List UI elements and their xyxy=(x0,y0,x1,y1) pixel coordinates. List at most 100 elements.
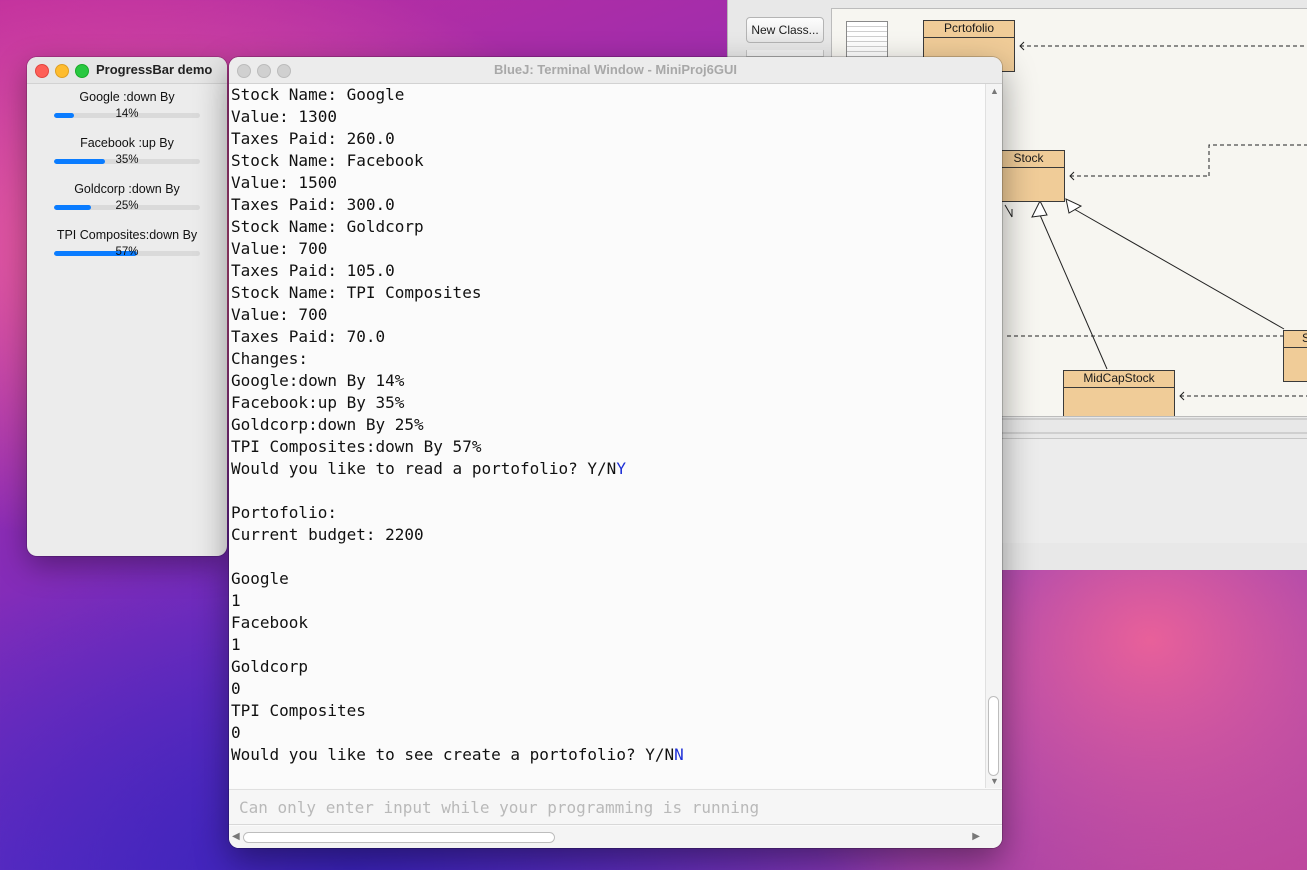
terminal-line-text: Goldcorp xyxy=(231,657,309,676)
terminal-line-text: TPI Composites:down By 57% xyxy=(231,437,482,456)
terminal-titlebar[interactable]: BlueJ: Terminal Window - MiniProj6GUI xyxy=(229,57,1002,84)
terminal-line: Stock Name: TPI Composites xyxy=(229,282,985,304)
progress-percent: 14% xyxy=(115,108,139,120)
terminal-line-text: Value: 700 xyxy=(231,239,328,258)
user-input-echo: Y xyxy=(616,459,626,478)
horizontal-scrollbar[interactable]: ◀ ▶ xyxy=(229,826,1002,848)
close-window-button[interactable] xyxy=(35,64,49,78)
terminal-line: Would you like to read a portofolio? Y/N… xyxy=(229,458,985,480)
terminal-line-text: Google:down By 14% xyxy=(231,371,405,390)
progress-label: Google :down By xyxy=(79,90,175,104)
terminal-line-text: Stock Name: Goldcorp xyxy=(231,217,424,236)
panel-divider[interactable] xyxy=(1001,418,1307,420)
terminal-line: Goldcorp:down By 25% xyxy=(229,414,985,436)
terminal-line: Taxes Paid: 105.0 xyxy=(229,260,985,282)
terminal-line: Google:down By 14% xyxy=(229,370,985,392)
terminal-line: Google xyxy=(229,568,985,590)
terminal-line: Changes: xyxy=(229,348,985,370)
uml-class-stock[interactable]: Stock xyxy=(992,150,1065,202)
terminal-line-text: 0 xyxy=(231,679,241,698)
vertical-scrollbar[interactable]: ▲ ▼ xyxy=(985,84,1002,788)
progressbar-demo-window: ProgressBar demo Google :down By 14% Faceb… xyxy=(27,57,227,556)
terminal-line-text: Taxes Paid: 70.0 xyxy=(231,327,386,346)
progress-item: Goldcorp :down By 25% xyxy=(27,176,227,222)
terminal-line-text: Stock Name: Facebook xyxy=(231,151,424,170)
terminal-line: 1 xyxy=(229,590,985,612)
panel-divider-lower xyxy=(1001,432,1307,434)
progress-window-title: ProgressBar demo xyxy=(96,62,213,77)
terminal-line-text: 0 xyxy=(231,723,241,742)
terminal-line: 0 xyxy=(229,678,985,700)
progress-item: Google :down By 14% xyxy=(27,84,227,130)
vertical-scroll-thumb[interactable] xyxy=(988,696,999,776)
terminal-output[interactable]: Stock Name: Google Value: 1300 Taxes Paid:… xyxy=(229,84,985,788)
terminal-line-text: Current budget: 2200 xyxy=(231,525,424,544)
progress-window-titlebar[interactable]: ProgressBar demo xyxy=(27,57,227,84)
scroll-up-icon[interactable]: ▲ xyxy=(990,86,999,96)
scroll-down-icon[interactable]: ▼ xyxy=(990,776,999,786)
terminal-line-text: Changes: xyxy=(231,349,309,368)
terminal-line: Stock Name: Facebook xyxy=(229,150,985,172)
terminal-line-text: Facebook xyxy=(231,613,309,632)
terminal-title: BlueJ: Terminal Window - MiniProj6GUI xyxy=(493,62,738,77)
terminal-line: 0 xyxy=(229,722,985,744)
terminal-line: TPI Composites xyxy=(229,700,985,722)
terminal-line-text: Portofolio: xyxy=(231,503,337,522)
terminal-input-field[interactable] xyxy=(237,795,981,819)
terminal-line-text: Facebook:up By 35% xyxy=(231,393,405,412)
terminal-line-text: Value: 700 xyxy=(231,305,328,324)
terminal-line-text: Taxes Paid: 260.0 xyxy=(231,129,395,148)
terminal-line-text: Goldcorp:down By 25% xyxy=(231,415,424,434)
terminal-line-text: Would you like to read a portofolio? Y/N xyxy=(231,459,617,478)
progress-item: Facebook :up By 35% xyxy=(27,130,227,176)
progress-list: Google :down By 14% Facebook :up By 35% Gold… xyxy=(27,84,227,268)
terminal-line-text: Value: 1500 xyxy=(231,173,337,192)
progress-item: TPI Composites:down By 57% xyxy=(27,222,227,268)
progress-percent: 57% xyxy=(115,246,139,258)
terminal-line: Facebook:up By 35% xyxy=(229,392,985,414)
terminal-line-text: Would you like to see create a portofoli… xyxy=(231,745,675,764)
terminal-line-text: Taxes Paid: 105.0 xyxy=(231,261,395,280)
terminal-line: TPI Composites:down By 57% xyxy=(229,436,985,458)
terminal-line: Portofolio: xyxy=(229,502,985,524)
terminal-line: Current budget: 2200 xyxy=(229,524,985,546)
progress-label: Goldcorp :down By xyxy=(74,182,180,196)
scroll-right-icon[interactable]: ▶ xyxy=(972,831,980,842)
user-input-echo: N xyxy=(674,745,684,764)
progress-percent: 25% xyxy=(115,200,139,212)
zoom-window-button[interactable] xyxy=(75,64,89,78)
terminal-line: Goldcorp xyxy=(229,656,985,678)
terminal-line-text: Stock Name: TPI Composites xyxy=(231,283,482,302)
object-bench xyxy=(1001,438,1307,543)
terminal-line: Value: 700 xyxy=(229,304,985,326)
scroll-left-icon[interactable]: ◀ xyxy=(232,831,240,842)
terminal-line-text: 1 xyxy=(231,635,241,654)
progress-label: Facebook :up By xyxy=(80,136,174,150)
terminal-input-area xyxy=(229,789,1002,825)
uml-class-partial[interactable]: S xyxy=(1283,330,1307,382)
horizontal-scroll-thumb[interactable] xyxy=(243,832,555,843)
terminal-line: Facebook xyxy=(229,612,985,634)
terminal-line: Stock Name: Google xyxy=(229,84,985,106)
toolbar-button-partial[interactable] xyxy=(746,50,824,57)
terminal-line-text: 1 xyxy=(231,591,241,610)
new-class-button[interactable]: New Class... xyxy=(746,17,824,43)
progress-percent: 35% xyxy=(115,154,139,166)
minimize-window-button[interactable] xyxy=(55,64,69,78)
progress-label: TPI Composites:down By xyxy=(56,228,198,242)
terminal-window: BlueJ: Terminal Window - MiniProj6GUI St… xyxy=(229,57,1002,848)
terminal-line: Taxes Paid: 260.0 xyxy=(229,128,985,150)
terminal-line-text: Google xyxy=(231,569,289,588)
uml-class-midcapstock[interactable]: MidCapStock xyxy=(1063,370,1175,416)
terminal-line-text: TPI Composites xyxy=(231,701,366,720)
terminal-line-text: Stock Name: Google xyxy=(231,85,405,104)
terminal-line-text: Value: 1300 xyxy=(231,107,337,126)
terminal-line: Stock Name: Goldcorp xyxy=(229,216,985,238)
terminal-line: Value: 700 xyxy=(229,238,985,260)
terminal-line: 1 xyxy=(229,634,985,656)
terminal-line: Would you like to see create a portofoli… xyxy=(229,744,985,766)
terminal-line: Value: 1500 xyxy=(229,172,985,194)
terminal-line: Taxes Paid: 300.0 xyxy=(229,194,985,216)
